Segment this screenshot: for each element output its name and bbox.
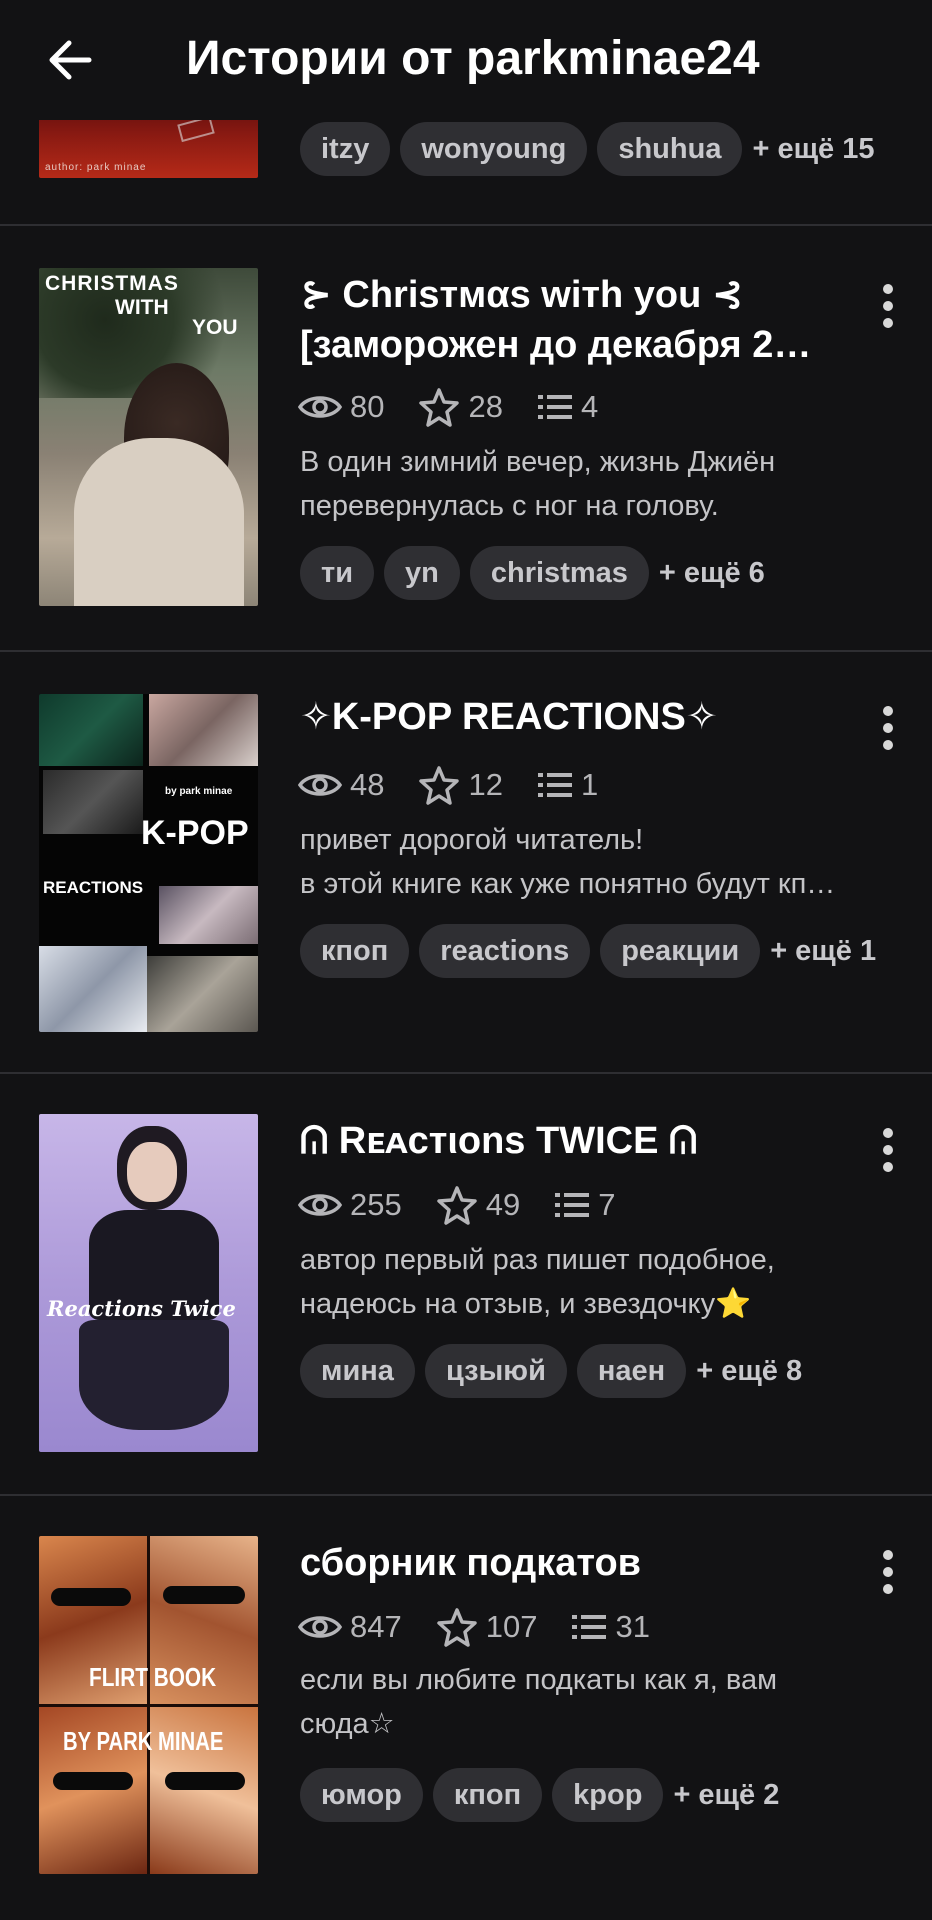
views-count: 255 <box>350 1187 402 1222</box>
story-card[interactable]: CHRISTMAS WITH YOU ⊱ Chrisтмαs wiтh you … <box>0 226 932 652</box>
more-vertical-icon <box>883 284 893 294</box>
description-line: сюда☆ <box>300 1708 395 1740</box>
tag-chip[interactable]: kpop <box>552 1768 664 1822</box>
tag-chip[interactable]: мина <box>300 1344 415 1398</box>
eye-icon <box>298 1194 342 1216</box>
stars-count: 49 <box>485 1187 521 1222</box>
tag-chip[interactable]: реакции <box>600 924 761 978</box>
list-icon <box>537 395 572 419</box>
tag-chip[interactable]: reactions <box>419 924 591 978</box>
cover-caption: by park minae <box>165 786 233 797</box>
story-cover: Reactions Twice <box>39 1114 258 1452</box>
more-tags-link[interactable]: + ещё 15 <box>752 133 874 166</box>
story-menu-button[interactable] <box>868 698 908 758</box>
story-stats: 847 107 31 <box>298 1602 684 1652</box>
star-outline-icon <box>436 1186 477 1225</box>
parts-count: 4 <box>580 389 599 424</box>
tag-list: кпоп reactions реакции + ещё 1 <box>300 924 876 978</box>
cover-title-line: FLIRT BOOK <box>89 1662 217 1692</box>
description-line: В один зимний вечер, жизнь Джиён <box>300 446 776 478</box>
cover-title-line: YOU <box>192 316 238 339</box>
story-title[interactable]: сборник подкатов <box>300 1538 840 1588</box>
list-icon <box>572 1615 607 1639</box>
story-description: автор первый раз пишет подобное, надеюсь… <box>300 1238 900 1326</box>
tag-chip[interactable]: yn <box>384 546 460 600</box>
tag-list: мина цзыюй наен + ещё 8 <box>300 1344 802 1398</box>
tag-chip[interactable]: itzy <box>300 122 391 176</box>
arrow-left-icon <box>49 40 92 80</box>
stars-count: 28 <box>468 389 503 424</box>
story-menu-button[interactable] <box>868 276 908 336</box>
tag-chip[interactable]: wonyoung <box>400 122 588 176</box>
tag-chip[interactable]: кпоп <box>432 1768 543 1822</box>
top-app-bar: Истории от parkminae24 <box>0 0 932 120</box>
list-icon <box>555 1193 590 1217</box>
stars-count: 12 <box>468 767 503 802</box>
story-card[interactable]: by park minae K-POP REACTIONS ✧K-POP REA… <box>0 652 932 1074</box>
views-count: 80 <box>350 389 385 424</box>
parts-count: 7 <box>598 1187 616 1222</box>
story-description: если вы любите подкаты как я, вам сюда☆ <box>300 1658 900 1746</box>
story-title[interactable]: ⊱ Chrisтмαs wiтh you ⊰ [заморожен до дек… <box>300 270 840 370</box>
story-description: привет дорогой читатель! в этой книге ка… <box>300 818 900 906</box>
eye-icon <box>298 396 342 418</box>
tag-chip[interactable]: кпоп <box>300 924 410 978</box>
cover-title-line: BY PARK MINAE <box>63 1726 224 1756</box>
story-cover: FLIRT BOOK BY PARK MINAE <box>39 1536 258 1874</box>
story-card[interactable]: Reactions Twice ᕬ Rᴇᴀcтιons TWICE ᕬ 255 … <box>0 1074 932 1496</box>
more-vertical-icon <box>883 1128 893 1138</box>
parts-count: 1 <box>580 767 599 802</box>
page-title: Истории от parkminae24 <box>186 32 760 85</box>
cover-title-line: Reactions Twice <box>47 1296 236 1321</box>
tag-chip[interactable]: цзыюй <box>424 1344 567 1398</box>
story-cover: by park minae K-POP REACTIONS <box>39 694 258 1032</box>
cover-title-line: K-POP <box>141 814 249 852</box>
more-tags-link[interactable]: + ещё 6 <box>659 557 765 590</box>
story-stats: 48 12 1 <box>298 760 632 810</box>
tag-chip[interactable]: наен <box>576 1344 687 1398</box>
more-vertical-icon <box>883 706 893 716</box>
tag-chip[interactable]: ти <box>300 546 375 600</box>
tag-chip[interactable]: christmas <box>469 546 649 600</box>
more-tags-link[interactable]: + ещё 1 <box>770 935 876 968</box>
list-icon <box>537 773 572 797</box>
story-card[interactable]: FLIRT BOOK BY PARK MINAE сборник подкато… <box>0 1496 932 1920</box>
star-outline-icon <box>436 1608 477 1647</box>
cover-title-line: CHRISTMAS <box>45 272 179 295</box>
description-line: если вы любите подкаты как я, вам <box>300 1664 778 1696</box>
tag-list: ти yn christmas + ещё 6 <box>300 546 765 600</box>
more-tags-link[interactable]: + ещё 8 <box>696 1355 802 1388</box>
cover-title-line: REACTIONS <box>43 878 144 897</box>
tag-chip[interactable]: юмор <box>300 1768 423 1822</box>
description-line: в этой книге как уже понятно будут кп… <box>300 868 836 900</box>
star-outline-icon <box>419 388 460 427</box>
tag-list: itzy wonyoung shuhua + ещё 15 <box>300 122 875 176</box>
cover-caption: author: park minae <box>45 162 147 173</box>
star-outline-icon <box>419 766 460 805</box>
story-title[interactable]: ᕬ Rᴇᴀcтιons TWICE ᕬ <box>300 1116 840 1166</box>
description-line: перевернулась с ног на голову. <box>300 490 719 522</box>
tag-list: юмор кпоп kpop + ещё 2 <box>300 1768 779 1822</box>
views-count: 847 <box>350 1609 402 1644</box>
description-line: привет дорогой читатель! <box>300 824 644 856</box>
story-stats: 255 49 7 <box>298 1180 649 1230</box>
more-vertical-icon <box>883 1550 893 1560</box>
parts-count: 31 <box>615 1609 650 1644</box>
more-tags-link[interactable]: + ещё 2 <box>673 1779 779 1812</box>
description-line: надеюсь на отзыв, и звездочку⭐ <box>300 1288 752 1320</box>
story-description: В один зимний вечер, жизнь Джиён перевер… <box>300 440 900 528</box>
description-line: автор первый раз пишет подобное, <box>300 1244 775 1276</box>
story-stats: 80 28 4 <box>298 382 632 432</box>
cover-title-line: WITH <box>115 296 169 319</box>
story-menu-button[interactable] <box>868 1542 908 1602</box>
eye-icon <box>298 1616 342 1638</box>
views-count: 48 <box>350 767 385 802</box>
stars-count: 107 <box>485 1609 538 1644</box>
back-button[interactable] <box>40 30 100 90</box>
story-title[interactable]: ✧K-POP REACTIONS✧ <box>300 692 840 742</box>
tag-chip[interactable]: shuhua <box>597 122 743 176</box>
story-menu-button[interactable] <box>868 1120 908 1180</box>
eye-icon <box>298 774 342 796</box>
story-cover: CHRISTMAS WITH YOU <box>39 268 258 606</box>
